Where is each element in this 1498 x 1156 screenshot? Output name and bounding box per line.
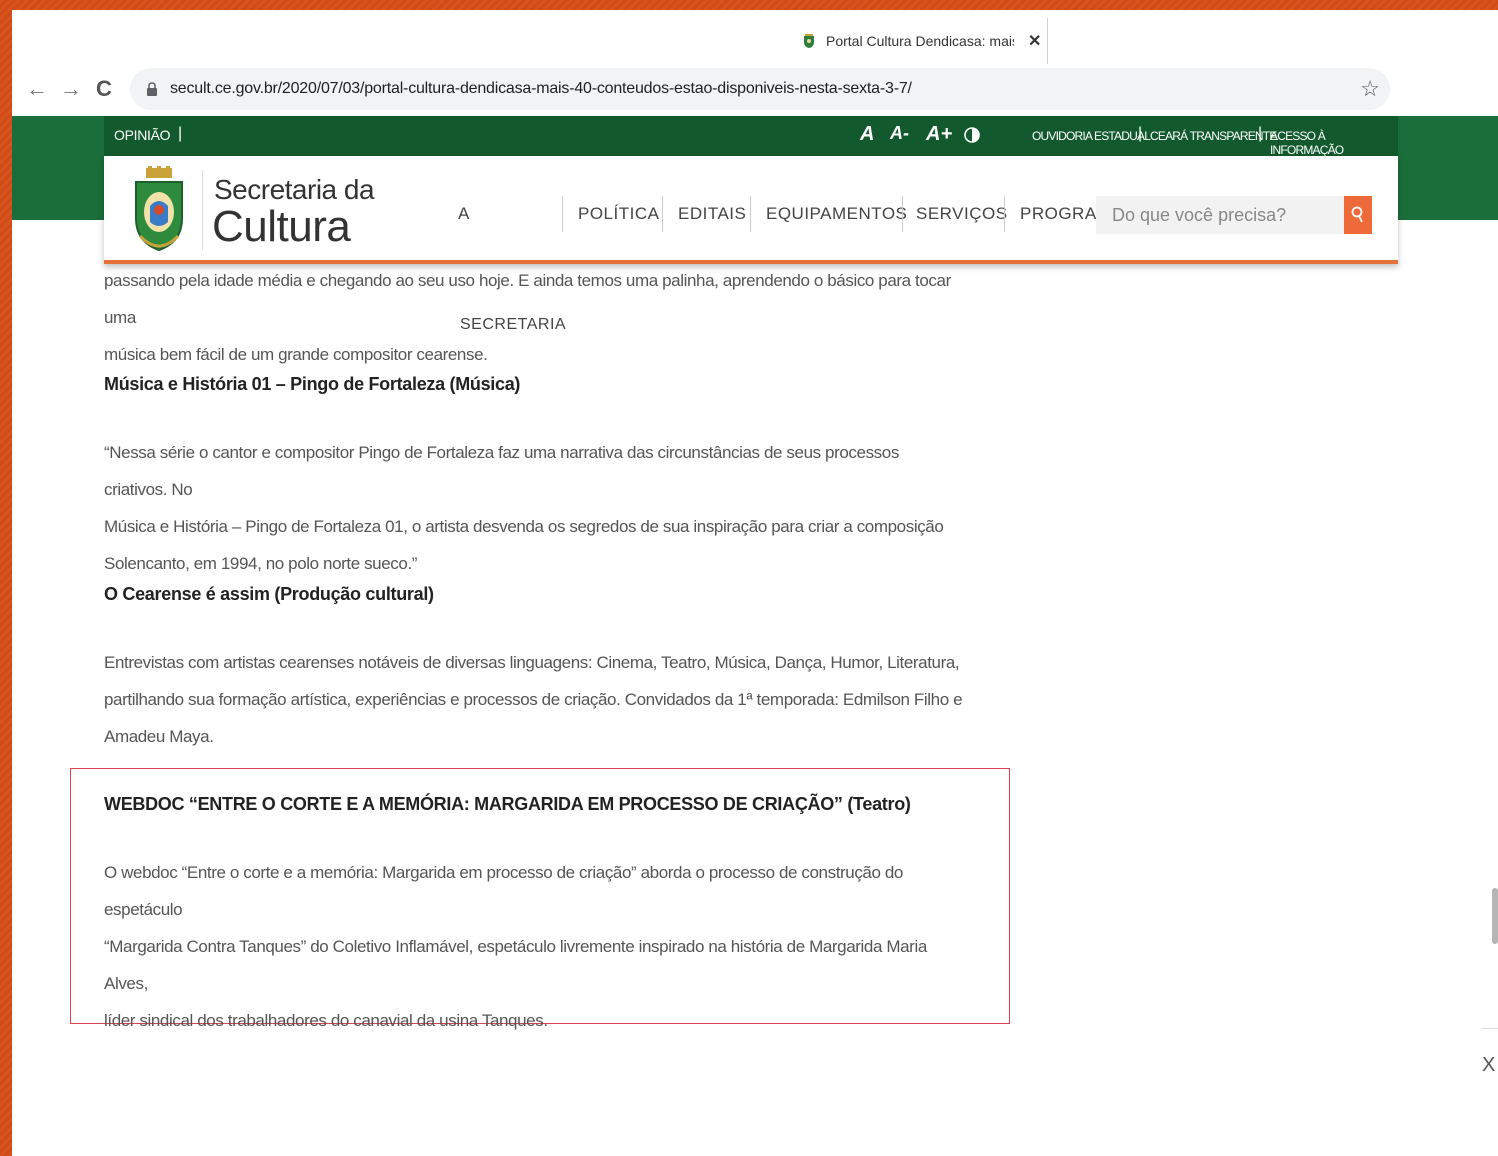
close-icon[interactable]: X — [1482, 1054, 1495, 1077]
menu-item-servicos[interactable]: SERVIÇOS — [916, 204, 1008, 224]
reload-icon[interactable]: C — [96, 76, 112, 102]
contrast-icon[interactable] — [964, 127, 980, 143]
font-decrease-button[interactable]: A- — [890, 123, 909, 144]
menu-item-editais[interactable]: EDITAIS — [678, 204, 746, 224]
lock-icon — [147, 82, 157, 96]
browser-window: Portal Cultura Dendicasa: mais 4 ✕ ← → C… — [12, 10, 1498, 1156]
font-normal-button[interactable]: A — [860, 123, 874, 146]
article-paragraph: O webdoc “Entre o corte e a memória: Mar… — [104, 854, 964, 1039]
paragraph-line: líder sindical dos trabalhadores do cana… — [104, 1011, 548, 1030]
divider — [1482, 1028, 1498, 1029]
star-icon[interactable]: ☆ — [1360, 76, 1380, 102]
divider — [1004, 196, 1005, 232]
search-box — [1096, 196, 1372, 234]
scrollbar-thumb[interactable] — [1492, 888, 1498, 944]
divider: | — [1258, 125, 1263, 142]
article-paragraph: Entrevistas com artistas cearenses notáv… — [104, 644, 964, 755]
menu-item-secretaria[interactable]: SECRETARIA — [460, 316, 566, 334]
url-text[interactable]: secult.ce.gov.br/2020/07/03/portal-cultu… — [170, 80, 912, 98]
paragraph-line: O webdoc “Entre o corte e a memória: Mar… — [104, 863, 903, 919]
paragraph-line: música bem fácil de um grande compositor… — [104, 345, 488, 364]
paragraph-line: “Margarida Contra Tanques” do Coletivo I… — [104, 937, 927, 993]
divider — [202, 170, 203, 250]
divider — [662, 196, 663, 232]
divider — [750, 196, 751, 232]
menu-item-equipamentos[interactable]: EQUIPAMENTOS — [766, 204, 907, 224]
utility-bar: OPINIÃO | A A- A+ OUVIDORIA ESTADUAL | C… — [104, 116, 1398, 157]
paragraph-line: Solencanto, em 1994, no polo norte sueco… — [104, 554, 418, 573]
menu-item-a[interactable]: A — [458, 204, 470, 224]
section-heading: O Cearense é assim (Produção cultural) — [104, 584, 434, 604]
brand-title-line2[interactable]: Cultura — [212, 202, 351, 252]
paragraph-line: Entrevistas com artistas cearenses notáv… — [104, 653, 960, 672]
state-coat-of-arms-logo[interactable] — [132, 166, 186, 256]
address-bar[interactable]: secult.ce.gov.br/2020/07/03/portal-cultu… — [130, 68, 1390, 110]
search-icon — [1351, 206, 1363, 223]
favicon-icon — [804, 34, 814, 48]
font-increase-button[interactable]: A+ — [926, 123, 952, 146]
paragraph-line: “Nessa série o cantor e compositor Pingo… — [104, 443, 899, 499]
search-button[interactable] — [1344, 196, 1372, 234]
site-header: Secretaria da Cultura A POLÍTICA EDITAIS… — [104, 156, 1398, 264]
article-paragraph: “Nessa série o cantor e compositor Pingo… — [104, 434, 964, 582]
divider — [562, 196, 563, 232]
navigation-bar: ← → C secult.ce.gov.br/2020/07/03/portal… — [12, 64, 1498, 116]
tab-title: Portal Cultura Dendicasa: mais 4 — [826, 33, 1014, 49]
divider: | — [178, 125, 183, 142]
divider — [902, 196, 903, 232]
acesso-informacao-link[interactable]: ACESSO À INFORMAÇÃO — [1270, 129, 1398, 157]
paragraph-line: partilhando sua formação artística, expe… — [104, 690, 963, 709]
search-input[interactable] — [1096, 196, 1344, 234]
opiniao-link[interactable]: OPINIÃO — [114, 127, 171, 143]
browser-tab[interactable]: Portal Cultura Dendicasa: mais 4 ✕ — [790, 18, 1048, 64]
close-tab-icon[interactable]: ✕ — [1028, 31, 1041, 51]
ouvidoria-link[interactable]: OUVIDORIA ESTADUAL — [1032, 129, 1151, 143]
section-heading: WEBDOC “ENTRE O CORTE E A MEMÓRIA: MARGA… — [104, 794, 911, 814]
tab-strip: Portal Cultura Dendicasa: mais 4 ✕ — [12, 10, 1498, 64]
paragraph-line: Música e História – Pingo de Fortaleza 0… — [104, 517, 944, 536]
back-arrow-icon[interactable]: ← — [26, 76, 48, 102]
paragraph-line: Amadeu Maya. — [104, 727, 214, 746]
menu-item-politica[interactable]: POLÍTICA — [578, 204, 659, 224]
section-heading: Música e História 01 – Pingo de Fortalez… — [104, 374, 521, 394]
divider: | — [1138, 125, 1143, 142]
forward-arrow-icon[interactable]: → — [60, 76, 82, 102]
